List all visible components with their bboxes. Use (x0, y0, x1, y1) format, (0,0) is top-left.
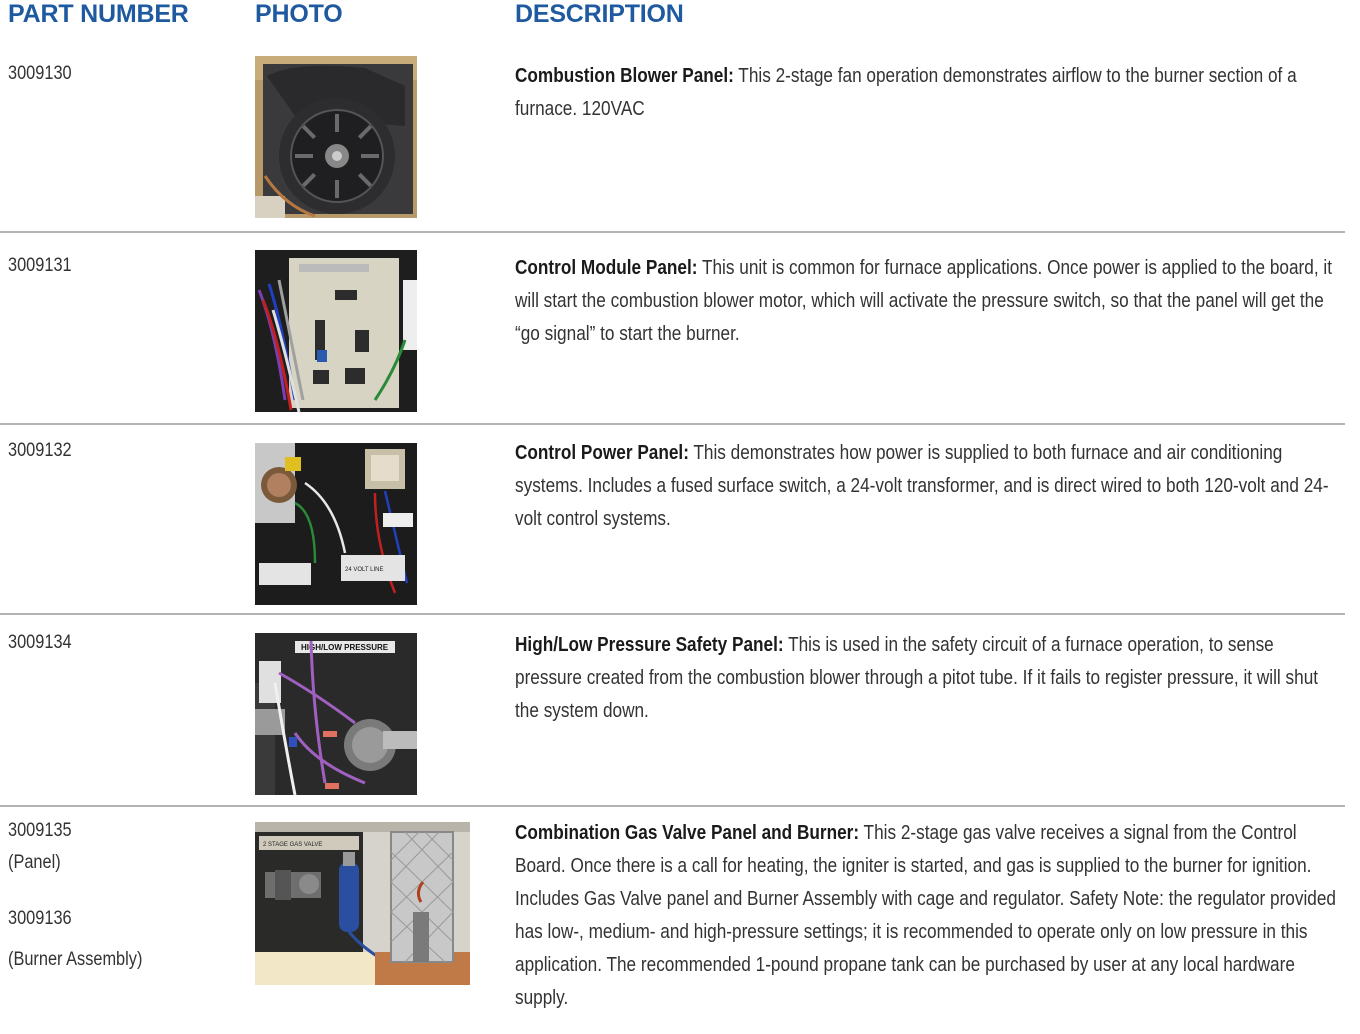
description: Control Module Panel: This unit is commo… (515, 252, 1341, 351)
description-title: Control Power Panel: (515, 442, 689, 464)
description-title: Combination Gas Valve Panel and Burner: (515, 822, 860, 844)
pressure-label: HIGH/LOW PRESSURE (301, 643, 389, 652)
description-title: High/Low Pressure Safety Panel: (515, 634, 784, 656)
part-number: 3009131 (8, 255, 72, 276)
row-divider (0, 805, 1345, 807)
description-title: Control Module Panel: (515, 257, 698, 279)
description-title: Combustion Blower Panel: (515, 65, 734, 87)
gas-valve-label: 2 STAGE GAS VALVE (263, 842, 322, 848)
part-note-2: (Burner Assembly) (8, 949, 143, 970)
control-module-photo (255, 250, 417, 412)
header-photo: PHOTO (255, 0, 343, 28)
part-number: 3009134 (8, 632, 72, 653)
description: Control Power Panel: This demonstrates h… (515, 437, 1341, 536)
combustion-blower-photo (255, 56, 417, 218)
part-number: 3009135 (8, 820, 72, 841)
part-number: 3009130 (8, 63, 72, 84)
gas-valve-burner-photo: 2 STAGE GAS VALVE (255, 822, 470, 985)
header-description: DESCRIPTION (515, 0, 684, 28)
terminal-label: 24 VOLT LINE (345, 567, 383, 573)
control-power-photo: 24 VOLT LINE (255, 443, 417, 605)
part-note: (Panel) (8, 852, 61, 873)
pressure-safety-photo: HIGH/LOW PRESSURE (255, 633, 417, 795)
row-divider (0, 231, 1345, 233)
description: High/Low Pressure Safety Panel: This is … (515, 629, 1341, 728)
description-text: This 2-stage gas valve receives a signal… (515, 822, 1336, 1009)
description: Combination Gas Valve Panel and Burner: … (515, 817, 1341, 1015)
part-number: 3009132 (8, 440, 72, 461)
description: Combustion Blower Panel: This 2-stage fa… (515, 60, 1341, 126)
row-divider (0, 423, 1345, 425)
header-part-number: PART NUMBER (8, 0, 189, 28)
part-number-2: 3009136 (8, 908, 72, 929)
row-divider (0, 613, 1345, 615)
